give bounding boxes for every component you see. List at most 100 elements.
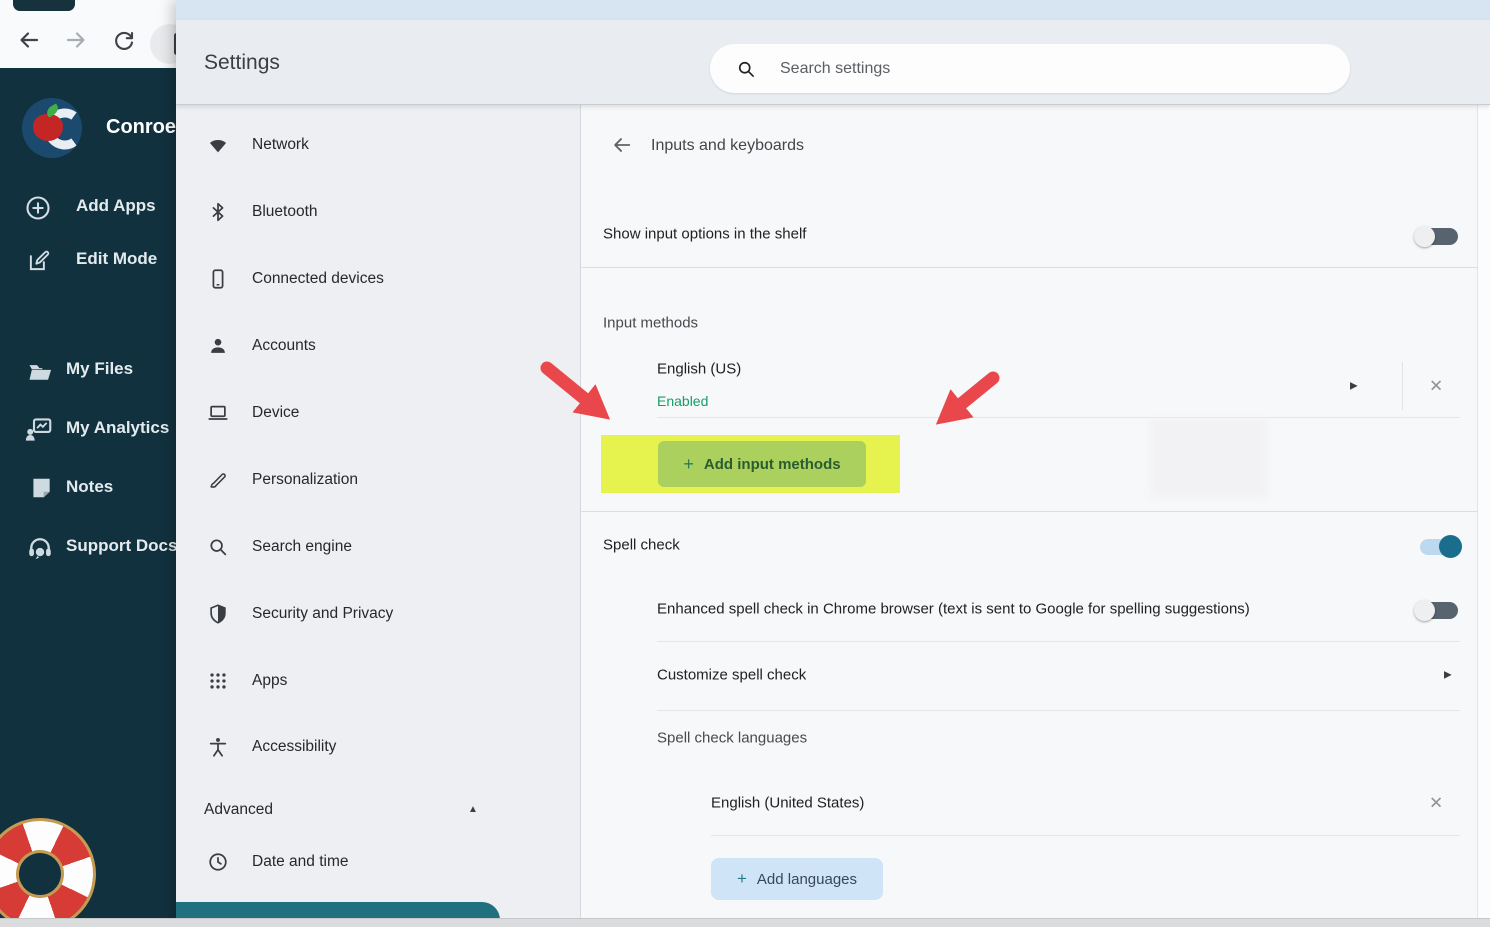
nav-item-label: Search engine — [252, 531, 352, 563]
reload-button[interactable] — [107, 24, 141, 58]
accessibility-icon — [207, 736, 229, 758]
remove-input-method-button[interactable]: ✕ — [1429, 378, 1443, 395]
add-input-methods-label: Add input methods — [704, 456, 841, 473]
nav-item-advanced[interactable]: Advanced ▲ — [176, 794, 580, 826]
plus-icon: + — [737, 869, 747, 889]
remove-language-button[interactable]: ✕ — [1429, 795, 1443, 812]
nav-item-connected-devices[interactable]: Connected devices — [176, 263, 580, 295]
nav-item-device[interactable]: Device — [176, 397, 580, 429]
browser-toolbar — [0, 0, 176, 68]
page-back-button[interactable] — [605, 129, 639, 163]
person-icon — [207, 335, 229, 357]
nav-item-date-time[interactable]: Date and time — [176, 846, 580, 878]
nav-item-label: Bluetooth — [252, 196, 318, 228]
brush-icon — [207, 469, 229, 491]
nav-item-network[interactable]: Network — [176, 129, 580, 161]
sidebar-item-label: My Analytics — [66, 418, 169, 438]
nav-item-label: Personalization — [252, 464, 358, 496]
settings-header: Settings — [176, 20, 1490, 105]
nav-item-security-privacy[interactable]: Security and Privacy — [176, 598, 580, 630]
sidebar-item-label: Edit Mode — [76, 249, 157, 269]
wifi-icon — [207, 134, 229, 156]
forward-button[interactable] — [59, 24, 93, 58]
nav-item-search-engine[interactable]: Search engine — [176, 531, 580, 563]
brand-avatar[interactable] — [22, 98, 82, 158]
add-input-methods-button[interactable]: + Add input methods — [658, 441, 866, 487]
add-languages-button[interactable]: + Add languages — [711, 858, 883, 900]
add-languages-label: Add languages — [757, 871, 857, 888]
sidebar-item-edit-mode[interactable]: Edit Mode — [0, 245, 176, 277]
nav-item-personalization[interactable]: Personalization — [176, 464, 580, 496]
nav-item-accounts[interactable]: Accounts — [176, 330, 580, 362]
input-method-chevron-icon[interactable]: ▶ — [1350, 381, 1358, 392]
sidebar-item-support-docs[interactable]: Support Docs — [0, 532, 176, 564]
nav-item-accessibility[interactable]: Accessibility — [176, 731, 580, 763]
settings-title: Settings — [204, 51, 280, 75]
customize-chevron-icon[interactable]: ▶ — [1444, 670, 1452, 681]
settings-window: Settings Network Bluetooth Connected dev… — [176, 0, 1490, 927]
magnifier-icon — [207, 536, 229, 558]
sidebar-item-my-analytics[interactable]: My Analytics — [0, 414, 176, 446]
advanced-label: Advanced — [204, 794, 273, 826]
screen: Conroe Add Apps Edit Mode My Files My An… — [0, 0, 1490, 927]
smartphone-icon — [207, 268, 229, 290]
search-icon — [736, 59, 756, 79]
nav-item-label: Accounts — [252, 330, 316, 362]
nav-item-label: Device — [252, 397, 299, 429]
spell-check-toggle[interactable] — [1418, 534, 1462, 558]
divider — [581, 511, 1490, 512]
nav-item-label: Connected devices — [252, 263, 384, 295]
back-arrow-icon — [17, 28, 41, 55]
screen-bottom-strip — [0, 918, 1490, 927]
input-method-name: English (US) — [657, 361, 741, 378]
divider — [711, 835, 1460, 836]
nav-item-label: Network — [252, 129, 309, 161]
settings-search[interactable] — [710, 44, 1350, 93]
scrollbar[interactable] — [1477, 105, 1490, 927]
person-chart-icon — [24, 415, 54, 450]
nav-item-label: Apps — [252, 665, 287, 697]
sidebar-item-add-apps[interactable]: Add Apps — [0, 192, 176, 224]
search-input[interactable] — [778, 59, 1298, 79]
spell-check-label: Spell check — [603, 537, 680, 554]
apps-grid-icon — [207, 670, 229, 692]
nav-item-bluetooth[interactable]: Bluetooth — [176, 196, 580, 228]
divider — [657, 417, 1460, 418]
input-methods-heading: Input methods — [603, 315, 698, 332]
show-input-options-label: Show input options in the shelf — [603, 226, 806, 243]
sidebar-item-my-files[interactable]: My Files — [0, 355, 176, 387]
plus-icon: + — [683, 454, 694, 475]
headset-icon — [26, 534, 54, 567]
divider — [581, 267, 1490, 268]
back-arrow-icon — [611, 134, 633, 159]
sidebar-item-label: My Files — [66, 359, 133, 379]
plus-circle-icon — [24, 194, 52, 227]
divider — [657, 641, 1460, 642]
edit-pencil-icon — [26, 248, 52, 279]
browser-tab[interactable] — [13, 0, 75, 11]
sidebar-item-label: Notes — [66, 477, 113, 497]
note-icon — [28, 475, 54, 506]
sidebar-item-notes[interactable]: Notes — [0, 473, 176, 505]
nav-item-label: Date and time — [252, 846, 349, 878]
page-title: Inputs and keyboards — [651, 137, 804, 155]
divider — [657, 710, 1460, 711]
sidebar-item-label: Add Apps — [76, 196, 156, 216]
apple-logo-icon — [33, 114, 63, 141]
enhanced-spell-check-label: Enhanced spell check in Chrome browser (… — [657, 601, 1250, 618]
spell-check-languages-heading: Spell check languages — [657, 730, 807, 747]
caret-up-icon: ▲ — [468, 794, 478, 826]
window-top-strip — [176, 0, 1490, 20]
back-button[interactable] — [12, 24, 46, 58]
forward-arrow-icon — [64, 28, 88, 55]
laptop-icon — [207, 402, 229, 424]
divider — [1402, 362, 1403, 410]
input-method-status: Enabled — [657, 393, 708, 409]
show-input-options-toggle[interactable] — [1414, 224, 1458, 248]
enhanced-spell-check-toggle[interactable] — [1414, 598, 1458, 622]
nav-item-label: Security and Privacy — [252, 598, 393, 630]
redacted-region — [1150, 419, 1267, 497]
settings-nav: Network Bluetooth Connected devices Acco… — [176, 105, 580, 927]
shield-icon — [207, 603, 229, 625]
nav-item-apps[interactable]: Apps — [176, 665, 580, 697]
